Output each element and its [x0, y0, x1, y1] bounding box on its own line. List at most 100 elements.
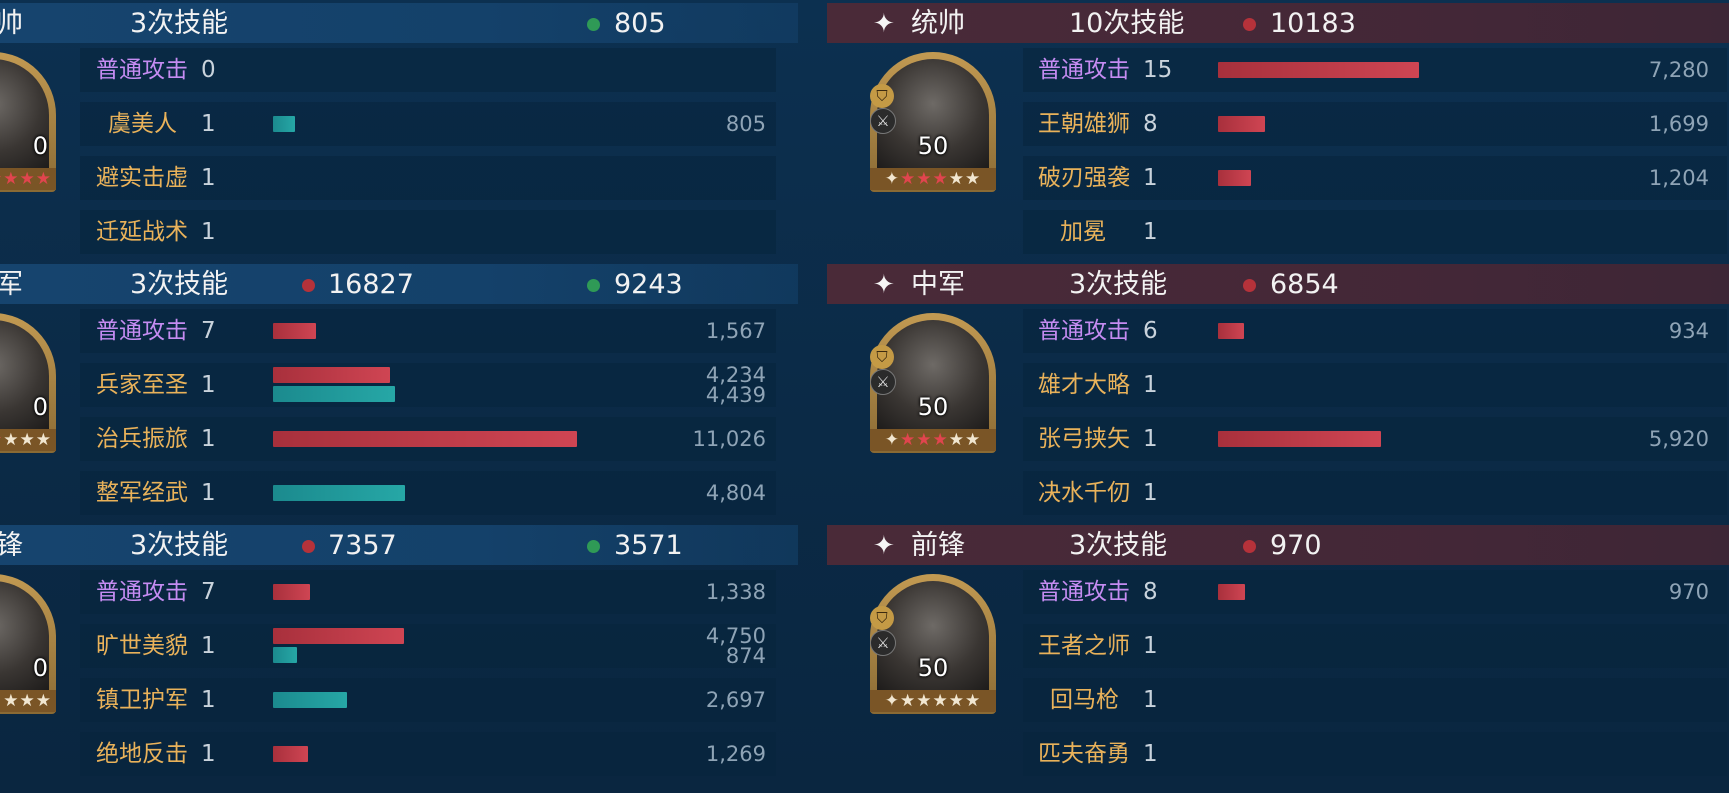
- red-total: 10183: [1270, 8, 1356, 39]
- left-section-commander: 帅 3次技能 805 0 ★★★★ 普通攻击 0 虞美人 1 805 避实击虚 …: [0, 0, 798, 260]
- heal-bar: [273, 485, 405, 501]
- green-total: 9243: [614, 269, 683, 300]
- role-label: 中军: [911, 269, 965, 300]
- damage-bar: [1218, 323, 1244, 339]
- red-dot-icon: [1243, 279, 1256, 292]
- damage-value: 970: [1668, 580, 1709, 604]
- damage-value: 1,338: [705, 580, 766, 604]
- skill-count-value: 8: [1143, 579, 1158, 605]
- troop-type-icon: ⚔: [870, 630, 896, 656]
- star-rating: ★★★: [0, 690, 56, 712]
- skill-count-value: 7: [201, 318, 216, 344]
- red-dot-icon: [302, 279, 315, 292]
- heal-bar: [273, 647, 297, 663]
- damage-value: 805: [725, 112, 766, 136]
- skill-row: [1023, 678, 1727, 722]
- role-label: 统帅: [911, 8, 965, 39]
- damage-bar: [273, 584, 310, 600]
- left-section-vanguard: 锋 3次技能 7357 3571 0 ★★★ 普通攻击 7 1,338 旷世美貌…: [0, 522, 798, 782]
- skill-name: 加冕: [1060, 219, 1106, 245]
- skill-count-value: 1: [201, 741, 216, 767]
- skill-count: 3次技能: [1069, 269, 1168, 300]
- skill-count-value: 0: [201, 57, 216, 83]
- green-dot-icon: [587, 540, 600, 553]
- helmet-icon: ⛉: [870, 84, 894, 108]
- red-total: 970: [1270, 530, 1322, 561]
- skill-name: 绝地反击: [96, 741, 188, 767]
- role-label: 前锋: [911, 530, 965, 561]
- right-section-header: ✦ 统帅 10次技能 10183: [827, 3, 1729, 43]
- right-section-header: ✦ 中军 3次技能 6854: [827, 264, 1729, 304]
- role-label: 锋: [0, 530, 23, 561]
- left-section-header: 军 3次技能 16827 9243: [0, 264, 798, 304]
- skill-name: 普通攻击: [1038, 57, 1130, 83]
- right-section-middle: ✦ 中军 3次技能 6854 50 ✦★★★★★ ⛉ ⚔ 普通攻击 6 934 …: [827, 261, 1729, 521]
- skill-count: 3次技能: [130, 269, 229, 300]
- skill-name: 匹夫奋勇: [1038, 741, 1130, 767]
- skill-count-value: 1: [201, 633, 216, 659]
- skill-count-value: 1: [201, 687, 216, 713]
- skill-name: 旷世美貌: [96, 633, 188, 659]
- green-total: 3571: [614, 530, 683, 561]
- skill-count-value: 1: [201, 480, 216, 506]
- damage-bar: [1218, 116, 1265, 132]
- heal-bar: [273, 386, 395, 402]
- skill-count: 3次技能: [1069, 530, 1168, 561]
- damage-bar: [273, 746, 308, 762]
- damage-bar: [273, 323, 316, 339]
- damage-value: 1,699: [1648, 112, 1709, 136]
- red-dot-icon: [1243, 18, 1256, 31]
- skill-name: 破刃强袭: [1038, 165, 1130, 191]
- level-badge: 0: [32, 132, 48, 160]
- skill-count: 3次技能: [130, 530, 229, 561]
- damage-value: 5,920: [1648, 427, 1709, 451]
- skill-name: 张弓挟矢: [1038, 426, 1130, 452]
- left-section-header: 锋 3次技能 7357 3571: [0, 525, 798, 565]
- role-label: 军: [0, 269, 23, 300]
- damage-bar: [273, 367, 390, 383]
- damage-bar: [1218, 170, 1251, 186]
- damage-value: 1,204: [1648, 166, 1709, 190]
- skill-name: 虞美人: [108, 111, 177, 137]
- helmet-icon: ⛉: [870, 345, 894, 369]
- skill-count-value: 1: [1143, 687, 1158, 713]
- skill-name: 迁延战术: [96, 219, 188, 245]
- skill-count: 3次技能: [130, 8, 229, 39]
- heal-value: 4,439: [705, 383, 766, 407]
- skill-count-value: 1: [201, 165, 216, 191]
- general-portrait[interactable]: 0 ★★★★: [0, 52, 56, 192]
- level-badge: 0: [32, 654, 48, 682]
- green-total: 805: [614, 8, 666, 39]
- level-badge: 50: [917, 132, 949, 160]
- skill-name: 避实击虚: [96, 165, 188, 191]
- skill-count-value: 1: [1143, 741, 1158, 767]
- level-badge: 50: [917, 654, 949, 682]
- troop-type-icon: ⚔: [870, 108, 896, 134]
- damage-value: 7,280: [1648, 58, 1709, 82]
- role-label: 帅: [0, 8, 23, 39]
- skill-name: 兵家至圣: [96, 372, 188, 398]
- skill-count-value: 1: [1143, 633, 1158, 659]
- skill-count-value: 1: [201, 426, 216, 452]
- right-section-vanguard: ✦ 前锋 3次技能 970 50 ✦★★★★★ ⛉ ⚔ 普通攻击 8 970 王…: [827, 522, 1729, 782]
- green-dot-icon: [587, 279, 600, 292]
- skill-name: 普通攻击: [1038, 318, 1130, 344]
- skill-count-value: 1: [1143, 165, 1158, 191]
- left-section-middle: 军 3次技能 16827 9243 0 ★★★★ 普通攻击 7 1,567 兵家…: [0, 261, 798, 521]
- red-dot-icon: [302, 540, 315, 553]
- general-portrait[interactable]: 0 ★★★★: [0, 313, 56, 453]
- sparkle-icon: ✦: [873, 531, 895, 561]
- level-badge: 0: [32, 393, 48, 421]
- skill-count-value: 1: [1143, 480, 1158, 506]
- right-section-header: ✦ 前锋 3次技能 970: [827, 525, 1729, 565]
- right-section-commander: ✦ 统帅 10次技能 10183 50 ✦★★★★★ ⛉ ⚔ 普通攻击 15 7…: [827, 0, 1729, 260]
- star-rating: ✦★★★★★: [870, 168, 996, 190]
- general-portrait[interactable]: 0 ★★★: [0, 574, 56, 714]
- skill-name: 普通攻击: [96, 57, 188, 83]
- skill-name: 普通攻击: [1038, 579, 1130, 605]
- skill-name: 整军经武: [96, 480, 188, 506]
- skill-count-value: 15: [1143, 57, 1173, 83]
- skill-name: 普通攻击: [96, 579, 188, 605]
- sparkle-icon: ✦: [873, 9, 895, 39]
- skill-name: 王者之师: [1038, 633, 1130, 659]
